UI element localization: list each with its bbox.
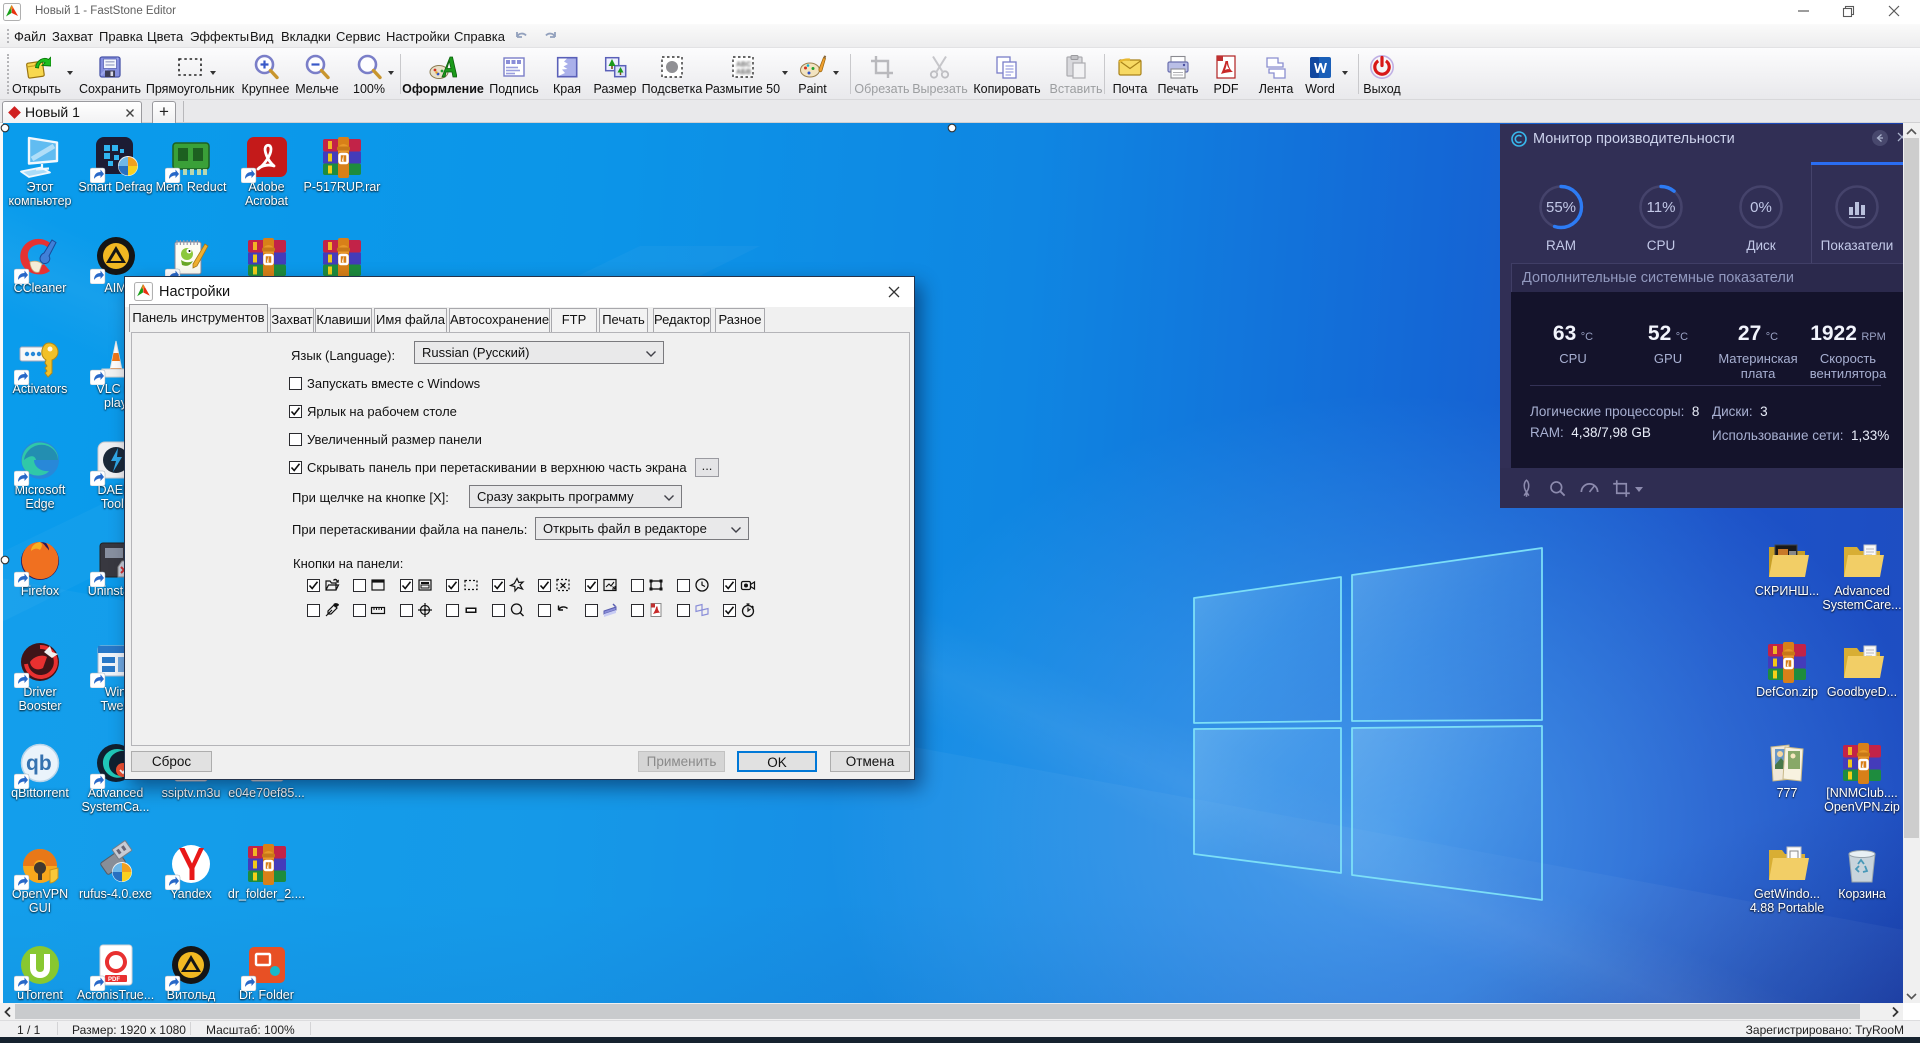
svg-text:АБВ: АБВ [736, 69, 751, 76]
svg-text:ABC: ABC [736, 62, 751, 69]
